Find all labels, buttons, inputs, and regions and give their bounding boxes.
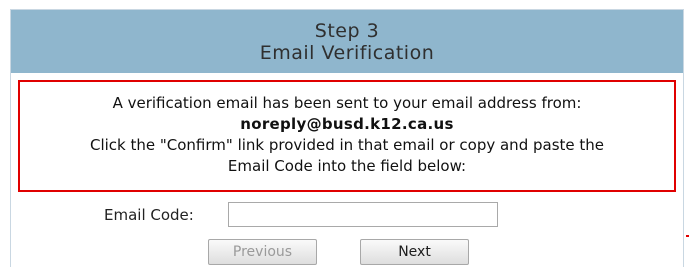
sender-email: noreply@busd.k12.ca.us (240, 115, 454, 133)
verification-panel: Step 3 Email Verification A verification… (10, 9, 684, 267)
step-number: Step 3 (314, 20, 380, 42)
email-code-label: Email Code: (104, 206, 194, 224)
verification-notice: A verification email has been sent to yo… (18, 80, 676, 192)
step-header: Step 3 Email Verification (11, 10, 683, 73)
notice-line-sent: A verification email has been sent to yo… (112, 94, 582, 112)
next-button[interactable]: Next (360, 239, 469, 265)
edge-marker (686, 235, 689, 237)
notice-line-instructions: Click the "Confirm" link provided in tha… (89, 136, 605, 154)
page-title: Email Verification (259, 42, 435, 64)
previous-button[interactable]: Previous (208, 239, 317, 265)
email-code-input[interactable] (228, 202, 498, 227)
email-code-row: Email Code: (11, 202, 683, 228)
notice-line-field: Email Code into the field below: (227, 157, 467, 175)
